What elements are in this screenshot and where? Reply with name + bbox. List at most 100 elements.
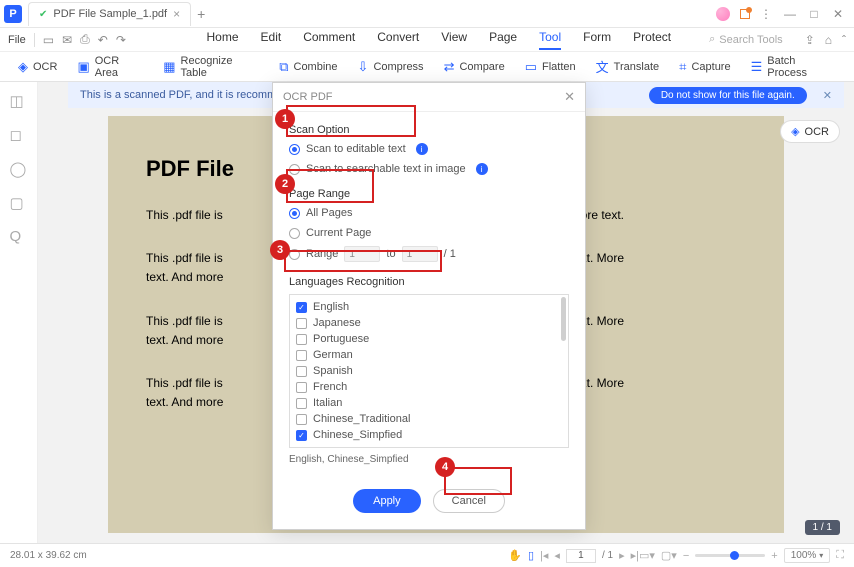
- page-nav: ✋ ▯ |◂ ◂ / 1 ▸ ▸|: [508, 549, 639, 563]
- ocr-float-button[interactable]: ◈ OCR: [780, 120, 840, 143]
- maximize-icon[interactable]: □: [802, 2, 826, 26]
- ribbon-ocr[interactable]: ◈OCR: [18, 59, 57, 75]
- lang-spanish[interactable]: Spanish: [296, 363, 562, 379]
- save-icon[interactable]: ▭: [43, 33, 54, 47]
- file-menu[interactable]: File: [8, 34, 26, 46]
- tab-close-icon[interactable]: ×: [173, 7, 180, 21]
- mail-icon[interactable]: ✉: [62, 33, 72, 47]
- next-page-icon[interactable]: ▸: [619, 549, 625, 562]
- range-to-input[interactable]: 1: [402, 246, 438, 262]
- info-icon[interactable]: i: [476, 163, 488, 175]
- lang-german[interactable]: German: [296, 347, 562, 363]
- ribbon-combine[interactable]: ⧉Combine: [279, 59, 337, 75]
- capture-icon: ⌗: [679, 59, 686, 75]
- search-tools[interactable]: ⌕ Search Tools: [709, 33, 783, 46]
- modal-title: OCR PDF: [283, 91, 564, 103]
- modal-close-icon[interactable]: ✕: [564, 89, 575, 105]
- page-total: / 1: [602, 550, 613, 561]
- checkbox-off-icon: [296, 318, 307, 329]
- lang-italian[interactable]: Italian: [296, 395, 562, 411]
- ocr-float-icon: ◈: [791, 125, 799, 138]
- search-placeholder: Search Tools: [719, 34, 782, 46]
- lang-japanese[interactable]: Japanese: [296, 315, 562, 331]
- share-icon[interactable]: ⇪: [805, 33, 815, 47]
- prev-page-icon[interactable]: ◂: [554, 549, 560, 562]
- lang-french[interactable]: French: [296, 379, 562, 395]
- last-page-icon[interactable]: ▸|: [631, 549, 639, 562]
- view-mode-icon[interactable]: ▭▾: [639, 549, 655, 562]
- lang-chinese-simplified[interactable]: Chinese_Simpfied: [296, 427, 562, 443]
- search-panel-icon[interactable]: Q: [10, 228, 28, 246]
- scan-searchable-option[interactable]: Scan to searchable text in image i: [289, 162, 569, 176]
- scan-editable-option[interactable]: Scan to editable text i: [289, 142, 569, 156]
- lang-english[interactable]: English: [296, 299, 562, 315]
- lang-chinese-traditional[interactable]: Chinese_Traditional: [296, 411, 562, 427]
- scrollbar[interactable]: [561, 297, 566, 445]
- menu-form[interactable]: Form: [583, 30, 611, 50]
- close-window-icon[interactable]: ✕: [826, 2, 850, 26]
- current-page-option[interactable]: Current Page: [289, 226, 569, 240]
- zoom-value[interactable]: 100%▾: [784, 548, 831, 563]
- checkbox-off-icon: [296, 334, 307, 345]
- cancel-button[interactable]: Cancel: [433, 489, 505, 513]
- info-icon[interactable]: i: [416, 143, 428, 155]
- ribbon-compress[interactable]: ⇩Compress: [358, 59, 424, 75]
- ribbon-translate[interactable]: 文Translate: [596, 57, 659, 76]
- lang-portuguese[interactable]: Portuguese: [296, 331, 562, 347]
- bookmark-icon[interactable]: ◻: [10, 126, 28, 144]
- document-tab[interactable]: ✔ PDF File Sample_1.pdf ×: [28, 2, 191, 26]
- chevron-up-icon[interactable]: ˆ: [842, 33, 846, 47]
- tool-ribbon: ◈OCR ▣OCR Area ▦Recognize Table ⧉Combine…: [0, 52, 854, 82]
- select-tool-icon[interactable]: ▯: [528, 549, 534, 562]
- ribbon-batch[interactable]: ☰Batch Process: [751, 55, 836, 79]
- comment-panel-icon[interactable]: ◯: [10, 160, 28, 178]
- compress-icon: ⇩: [358, 59, 369, 75]
- page-indicator-badge: 1 / 1: [805, 520, 840, 535]
- first-page-icon[interactable]: |◂: [540, 549, 548, 562]
- tab-title: PDF File Sample_1.pdf: [53, 8, 167, 20]
- zoom-out-icon[interactable]: −: [683, 550, 689, 562]
- attachment-icon[interactable]: ▢: [10, 194, 28, 212]
- ribbon-compare[interactable]: ⇄Compare: [444, 59, 505, 75]
- zoom-in-icon[interactable]: +: [771, 550, 777, 562]
- menu-tool[interactable]: Tool: [539, 30, 561, 50]
- fullscreen-icon[interactable]: ⛶: [836, 549, 844, 562]
- cloud-icon[interactable]: ⌂: [825, 33, 832, 47]
- minimize-icon[interactable]: —: [778, 2, 802, 26]
- page-number-input[interactable]: [566, 549, 596, 563]
- menu-page[interactable]: Page: [489, 30, 517, 50]
- banner-close-icon[interactable]: ✕: [823, 89, 832, 102]
- display-mode-icon[interactable]: ▢▾: [661, 549, 677, 562]
- undo-icon[interactable]: ↶: [98, 33, 108, 47]
- menu-convert[interactable]: Convert: [377, 30, 419, 50]
- more-icon[interactable]: ⋮: [754, 2, 778, 26]
- apply-button[interactable]: Apply: [353, 489, 421, 513]
- range-from-input[interactable]: 1: [344, 246, 380, 262]
- callout-4: 4: [435, 457, 455, 477]
- radio-off-icon: [289, 249, 300, 260]
- all-pages-option[interactable]: All Pages: [289, 206, 569, 220]
- checkbox-off-icon: [296, 414, 307, 425]
- zoom-slider[interactable]: [695, 554, 765, 557]
- compare-icon: ⇄: [444, 59, 455, 75]
- banner-dontshow-button[interactable]: Do not show for this file again.: [649, 87, 807, 104]
- menu-protect[interactable]: Protect: [633, 30, 671, 50]
- add-tab-button[interactable]: +: [197, 6, 205, 22]
- menu-comment[interactable]: Comment: [303, 30, 355, 50]
- ribbon-recognize-table[interactable]: ▦Recognize Table: [163, 55, 259, 79]
- combine-icon: ⧉: [279, 59, 288, 75]
- menu-home[interactable]: Home: [207, 30, 239, 50]
- ribbon-capture[interactable]: ⌗Capture: [679, 59, 730, 75]
- hand-tool-icon[interactable]: ✋: [508, 549, 522, 562]
- ribbon-ocr-area[interactable]: ▣OCR Area: [77, 55, 143, 79]
- notification-icon[interactable]: [740, 9, 750, 19]
- menu-view[interactable]: View: [441, 30, 467, 50]
- ribbon-flatten[interactable]: ▭Flatten: [525, 59, 576, 75]
- titlebar: ✔ PDF File Sample_1.pdf × + ⋮ — □ ✕: [0, 0, 854, 28]
- user-avatar[interactable]: [716, 7, 730, 21]
- menu-edit[interactable]: Edit: [261, 30, 282, 50]
- print-icon[interactable]: ⎙: [80, 32, 90, 47]
- range-option[interactable]: Range 1 to 1 / 1: [289, 246, 569, 262]
- thumbnails-icon[interactable]: ◫: [10, 92, 28, 110]
- redo-icon[interactable]: ↷: [116, 33, 126, 47]
